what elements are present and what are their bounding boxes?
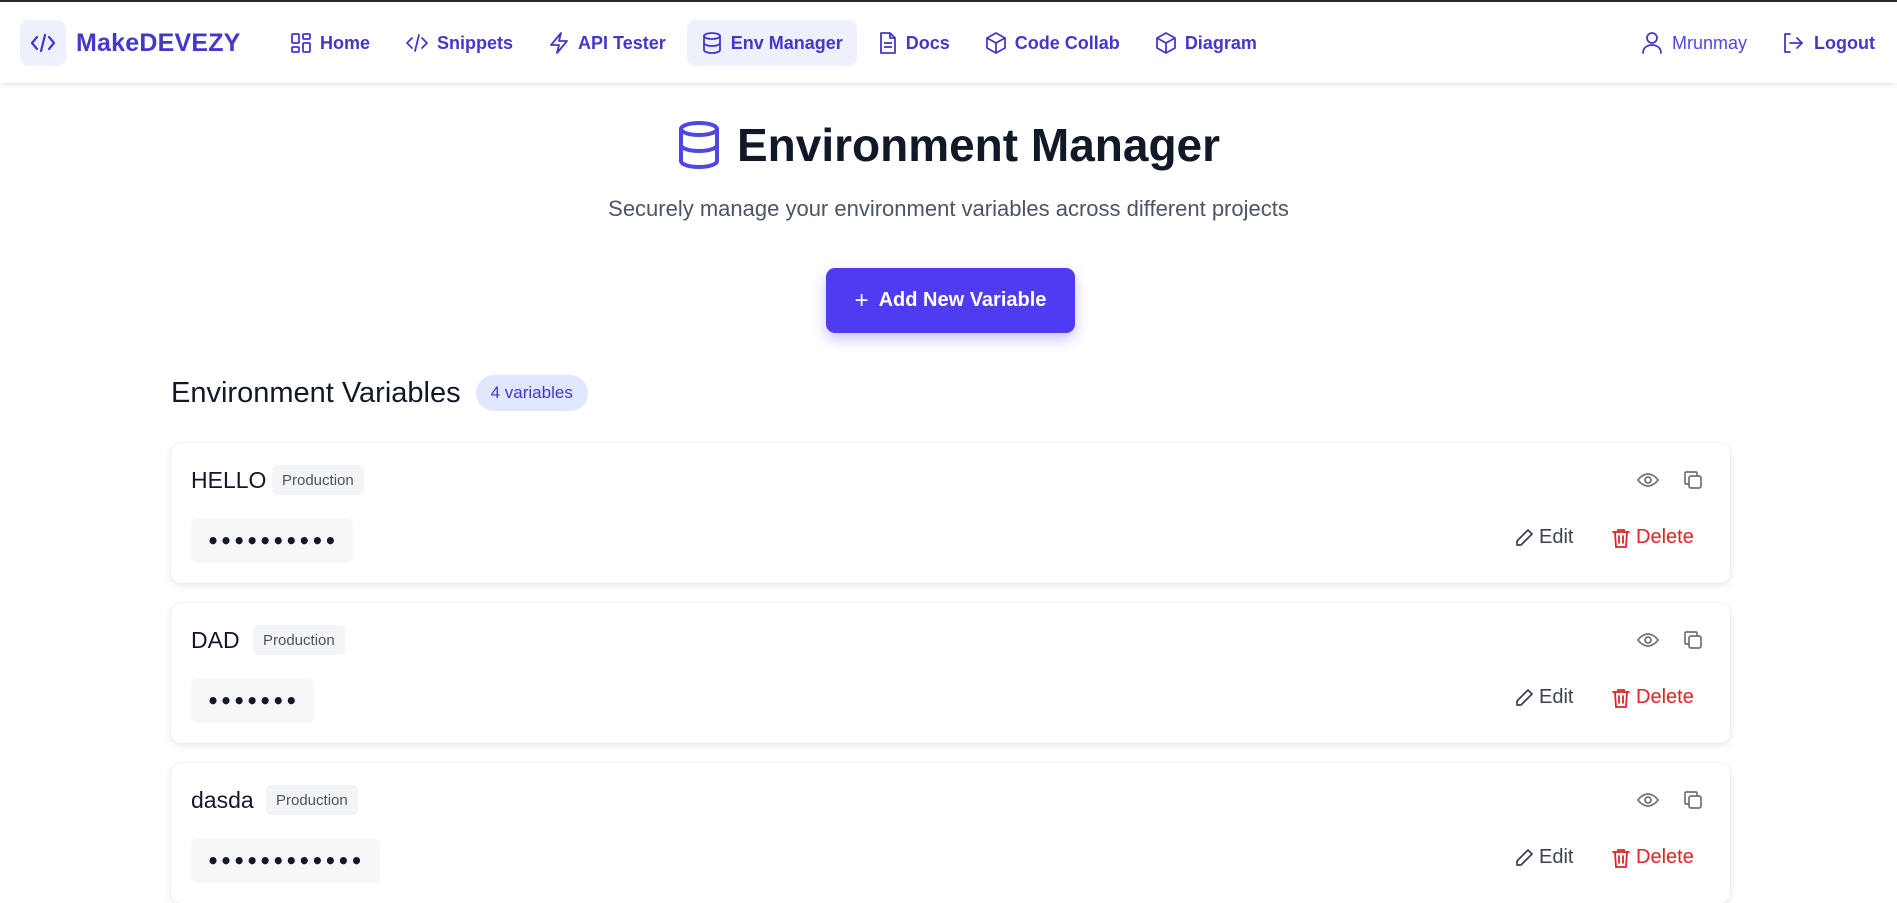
delete-button[interactable]: Delete [1612, 846, 1694, 869]
user-name: Mrunmay [1672, 32, 1748, 53]
add-variable-button[interactable]: + Add New Variable [826, 268, 1075, 333]
brand-name: MakeDEVEZY [76, 28, 241, 57]
add-variable-label: Add New Variable [878, 289, 1047, 311]
cube-icon [985, 32, 1006, 54]
nav-item-label: Snippets [437, 32, 514, 53]
nav-right: Mrunmay Logout [1641, 20, 1875, 66]
logout-icon [1784, 33, 1803, 53]
eye-icon[interactable] [1633, 625, 1663, 655]
plus-icon: + [854, 286, 869, 314]
delete-label: Delete [1636, 526, 1694, 548]
variable-card: DAD Production ••••••• Edit Delete [171, 603, 1730, 743]
grid-icon [291, 33, 311, 53]
nav-item-label: API Tester [578, 32, 666, 53]
variable-name: HELLO [191, 467, 267, 493]
environment-badge: Production [266, 785, 358, 815]
cube-icon [1155, 32, 1176, 54]
logout-button[interactable]: Logout [1781, 20, 1875, 66]
nav-item-label: Code Collab [1014, 32, 1120, 53]
edit-button[interactable]: Edit [1514, 686, 1573, 709]
environment-badge: Production [253, 625, 345, 655]
variable-count-badge: 4 variables [475, 375, 588, 411]
brand[interactable]: MakeDEVEZY [20, 20, 241, 66]
nav-item-snippets[interactable]: Snippets [391, 20, 527, 66]
nav-item-diagram[interactable]: Diagram [1141, 20, 1271, 66]
nav-item-env-manager[interactable]: Env Manager [686, 20, 857, 66]
nav-item-label: Docs [905, 32, 950, 53]
trash-icon [1612, 848, 1630, 868]
environment-badge: Production [272, 465, 364, 495]
nav-menu: Home Snippets API Tester Env Manager Doc… [276, 20, 1278, 66]
edit-label: Edit [1539, 686, 1574, 708]
section-header: Environment Variables 4 variables [171, 375, 588, 411]
logout-label: Logout [1814, 32, 1875, 53]
pencil-icon [1516, 528, 1533, 546]
masked-value: •••••••••• [191, 519, 354, 563]
code-icon [20, 20, 66, 66]
delete-label: Delete [1636, 846, 1694, 868]
code-icon [406, 34, 428, 52]
variable-card: HELLO Production •••••••••• Edit Delete [171, 443, 1730, 583]
eye-icon[interactable] [1633, 465, 1663, 495]
page-header: Environment Manager [0, 118, 1897, 172]
bolt-icon [550, 32, 568, 54]
masked-value: ••••••• [191, 679, 315, 723]
edit-button[interactable]: Edit [1514, 526, 1573, 549]
delete-label: Delete [1636, 686, 1694, 708]
nav-item-label: Home [320, 32, 371, 53]
page-title: Environment Manager [736, 119, 1221, 171]
eye-icon[interactable] [1633, 785, 1663, 815]
trash-icon [1612, 688, 1630, 708]
nav-item-code-collab[interactable]: Code Collab [971, 20, 1134, 66]
nav-item-docs[interactable]: Docs [864, 20, 964, 66]
nav-item-label: Diagram [1184, 32, 1257, 53]
edit-label: Edit [1539, 526, 1574, 548]
edit-button[interactable]: Edit [1514, 846, 1573, 869]
pencil-icon [1516, 848, 1533, 866]
user-icon [1642, 32, 1662, 54]
nav-item-label: Env Manager [730, 32, 843, 53]
edit-label: Edit [1539, 846, 1574, 868]
delete-button[interactable]: Delete [1612, 526, 1694, 549]
copy-icon[interactable] [1678, 785, 1708, 815]
variable-card: dasda Production •••••••••••• Edit Delet… [171, 763, 1730, 903]
page-subtitle: Securely manage your environment variabl… [608, 196, 1289, 221]
document-icon [879, 32, 896, 54]
nav-item-home[interactable]: Home [276, 20, 384, 66]
delete-button[interactable]: Delete [1612, 686, 1694, 709]
database-icon [702, 32, 721, 54]
pencil-icon [1516, 688, 1533, 706]
navbar: MakeDEVEZY Home Snippets API Tester Env … [0, 2, 1897, 83]
user-profile[interactable]: Mrunmay [1641, 20, 1747, 66]
copy-icon[interactable] [1678, 625, 1708, 655]
masked-value: •••••••••••• [191, 839, 380, 883]
variable-name: DAD [191, 627, 240, 653]
copy-icon[interactable] [1678, 465, 1708, 495]
section-title: Environment Variables [171, 376, 461, 409]
nav-item-api-tester[interactable]: API Tester [534, 20, 680, 66]
variable-name: dasda [191, 787, 254, 813]
trash-icon [1612, 528, 1630, 548]
database-icon [678, 121, 719, 170]
